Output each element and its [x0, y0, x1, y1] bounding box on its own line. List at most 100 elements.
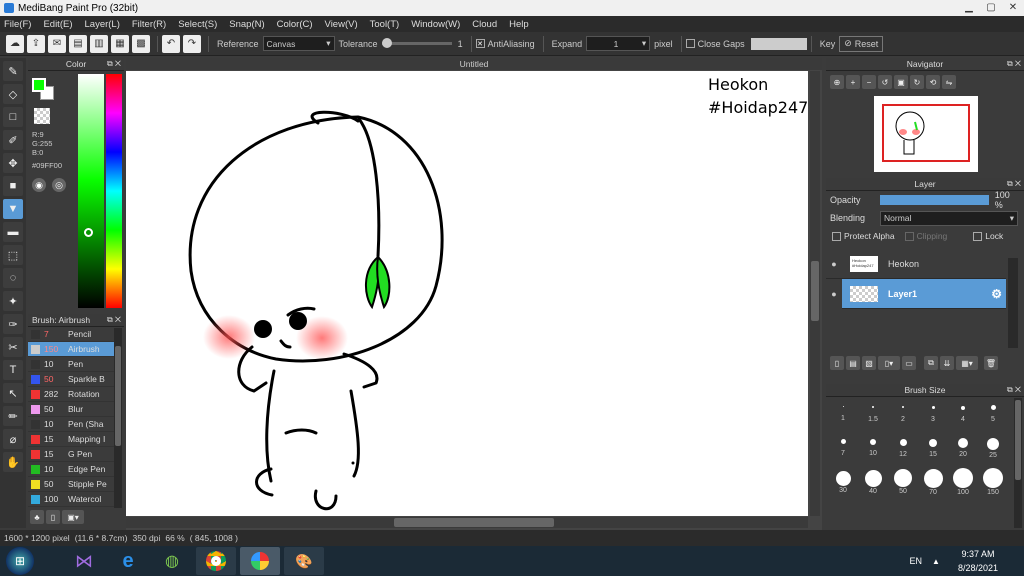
- brush-size-option[interactable]: 5: [978, 397, 1008, 431]
- brush-item[interactable]: 10 Edge Pen: [28, 462, 114, 477]
- add-layer-menu-icon[interactable]: ▯▾: [878, 356, 900, 370]
- brush-menu-icon[interactable]: ▣▾: [62, 510, 84, 524]
- document-tab[interactable]: Untitled: [126, 58, 822, 70]
- pen-tool-icon[interactable]: ✐: [3, 130, 23, 150]
- reference-select[interactable]: Canvas ▾: [262, 36, 335, 51]
- zoom-in-icon[interactable]: +: [846, 75, 860, 89]
- menu-window[interactable]: Window(W): [411, 19, 460, 30]
- hand-tool-icon[interactable]: ✋: [3, 452, 23, 472]
- layer-menu-icon[interactable]: ▦▾: [956, 356, 978, 370]
- rotate-right-icon[interactable]: ↻: [910, 75, 924, 89]
- canvas-horizontal-scrollbar[interactable]: [126, 517, 808, 528]
- brush-size-option[interactable]: 10: [858, 431, 888, 465]
- brush-item[interactable]: 282 Rotation: [28, 387, 114, 402]
- add-brush-icon[interactable]: ♣: [30, 510, 44, 524]
- fit-icon[interactable]: ▣: [894, 75, 908, 89]
- brush-tool-icon[interactable]: ✎: [3, 61, 23, 81]
- brush-size-option[interactable]: 40: [858, 465, 888, 499]
- brush-list-scrollbar[interactable]: [114, 328, 122, 508]
- close-button[interactable]: ✕: [1002, 0, 1024, 14]
- lasso-tool-icon[interactable]: ◌: [3, 268, 23, 288]
- internet-explorer-icon[interactable]: e: [108, 547, 148, 575]
- brush-item[interactable]: 50 Sparkle B: [28, 372, 114, 387]
- menu-snap[interactable]: Snap(N): [229, 19, 264, 30]
- comment-icon[interactable]: ✉: [48, 34, 66, 53]
- app-leaf-icon[interactable]: ◍: [152, 547, 192, 575]
- redo-icon[interactable]: ↷: [183, 34, 201, 53]
- brush-item[interactable]: 15 G Pen: [28, 447, 114, 462]
- visibility-eye-icon[interactable]: ●: [826, 259, 842, 269]
- new-halftone-layer-icon[interactable]: ▧: [862, 356, 876, 370]
- brush-item[interactable]: 10 Pen: [28, 357, 114, 372]
- panel-controls-icon[interactable]: ⧉ ✕: [1007, 179, 1021, 189]
- brightness-slider[interactable]: [78, 74, 104, 308]
- tray-arrow-icon[interactable]: ▲: [932, 557, 940, 566]
- brush-size-option[interactable]: 150: [978, 465, 1008, 499]
- chrome-icon[interactable]: [196, 547, 236, 575]
- menu-file[interactable]: File(F): [4, 19, 31, 30]
- brush-size-option[interactable]: 3: [918, 397, 948, 431]
- menu-select[interactable]: Select(S): [178, 19, 217, 30]
- transparent-color-swatch[interactable]: [34, 108, 50, 124]
- gradient-tool-icon[interactable]: ▬: [3, 222, 23, 242]
- brush-size-option[interactable]: 1.5: [858, 397, 888, 431]
- blending-select[interactable]: Normal ▾: [880, 210, 1018, 226]
- menu-tool[interactable]: Tool(T): [370, 19, 400, 30]
- color-wheel-icon[interactable]: ◎: [52, 178, 66, 192]
- eraser-tool-icon[interactable]: ◇: [3, 84, 23, 104]
- menu-edit[interactable]: Edit(E): [43, 19, 72, 30]
- medibang-icon[interactable]: [240, 547, 280, 575]
- expand-stepper[interactable]: 1 ▾: [586, 36, 651, 51]
- brush-item[interactable]: 7 Pencil: [28, 327, 114, 342]
- cloud-icon[interactable]: ☁: [6, 34, 24, 53]
- fill-shape-tool-icon[interactable]: ■: [3, 176, 23, 196]
- brush-size-option[interactable]: 30: [828, 465, 858, 499]
- brush-size-option[interactable]: 7: [828, 431, 858, 465]
- trash-icon[interactable]: 🗑: [984, 356, 998, 370]
- layer-list-scrollbar[interactable]: [1008, 258, 1018, 348]
- hue-slider[interactable]: [106, 74, 122, 308]
- protect-alpha-checkbox[interactable]: [832, 231, 841, 241]
- canvas-vertical-scrollbar[interactable]: [810, 71, 820, 516]
- eyedropper-tool-icon[interactable]: ⌀: [3, 429, 23, 449]
- menu-view[interactable]: View(V): [325, 19, 358, 30]
- brush-size-option[interactable]: 50: [888, 465, 918, 499]
- saturation-marker[interactable]: [84, 228, 93, 237]
- minimize-button[interactable]: ▁: [958, 0, 980, 14]
- share-icon[interactable]: ⇪: [27, 34, 45, 53]
- visual-studio-icon[interactable]: ⋈: [64, 547, 104, 575]
- zoom-out-icon[interactable]: −: [862, 75, 876, 89]
- start-button-icon[interactable]: ⊞: [6, 547, 34, 575]
- folder-icon[interactable]: ▭: [902, 356, 916, 370]
- text-tool-icon[interactable]: T: [3, 360, 23, 380]
- zoom-icon[interactable]: ⊕: [830, 75, 844, 89]
- clipping-checkbox[interactable]: [904, 231, 914, 241]
- brush-size-option[interactable]: 20: [948, 431, 978, 465]
- move-tool-icon[interactable]: ✥: [3, 153, 23, 173]
- layer-row-selected[interactable]: ● Layer1 ⚙: [826, 278, 1006, 309]
- page-icon[interactable]: ▥: [90, 34, 108, 53]
- close-gaps-checkbox[interactable]: [685, 39, 695, 48]
- brush-size-option[interactable]: 2: [888, 397, 918, 431]
- palette-icon[interactable]: ◉: [32, 178, 46, 192]
- dot-tool-icon[interactable]: □: [3, 107, 23, 127]
- flip-icon[interactable]: ⇋: [942, 75, 956, 89]
- divide-tool-icon[interactable]: ✏: [3, 406, 23, 426]
- brush-size-option[interactable]: 12: [888, 431, 918, 465]
- antialiasing-checkbox[interactable]: ✕: [475, 39, 485, 48]
- tolerance-slider-knob[interactable]: [382, 38, 393, 48]
- navigator-preview[interactable]: [874, 96, 978, 172]
- menu-cloud[interactable]: Cloud: [472, 19, 497, 30]
- new-color-layer-icon[interactable]: ▤: [846, 356, 860, 370]
- new-brush-icon[interactable]: ▯: [46, 510, 60, 524]
- lock-checkbox[interactable]: [973, 231, 983, 241]
- tolerance-slider[interactable]: [381, 38, 452, 48]
- pages-icon[interactable]: ▦: [111, 34, 129, 53]
- merge-down-icon[interactable]: ⇊: [940, 356, 954, 370]
- panel-controls-icon[interactable]: ⧉ ✕: [1007, 59, 1021, 69]
- undo-icon[interactable]: ↶: [162, 34, 180, 53]
- maximize-button[interactable]: ▢: [980, 0, 1002, 14]
- menu-color[interactable]: Color(C): [277, 19, 313, 30]
- select-rect-tool-icon[interactable]: ⬚: [3, 245, 23, 265]
- brush-item[interactable]: 50 Blur: [28, 402, 114, 417]
